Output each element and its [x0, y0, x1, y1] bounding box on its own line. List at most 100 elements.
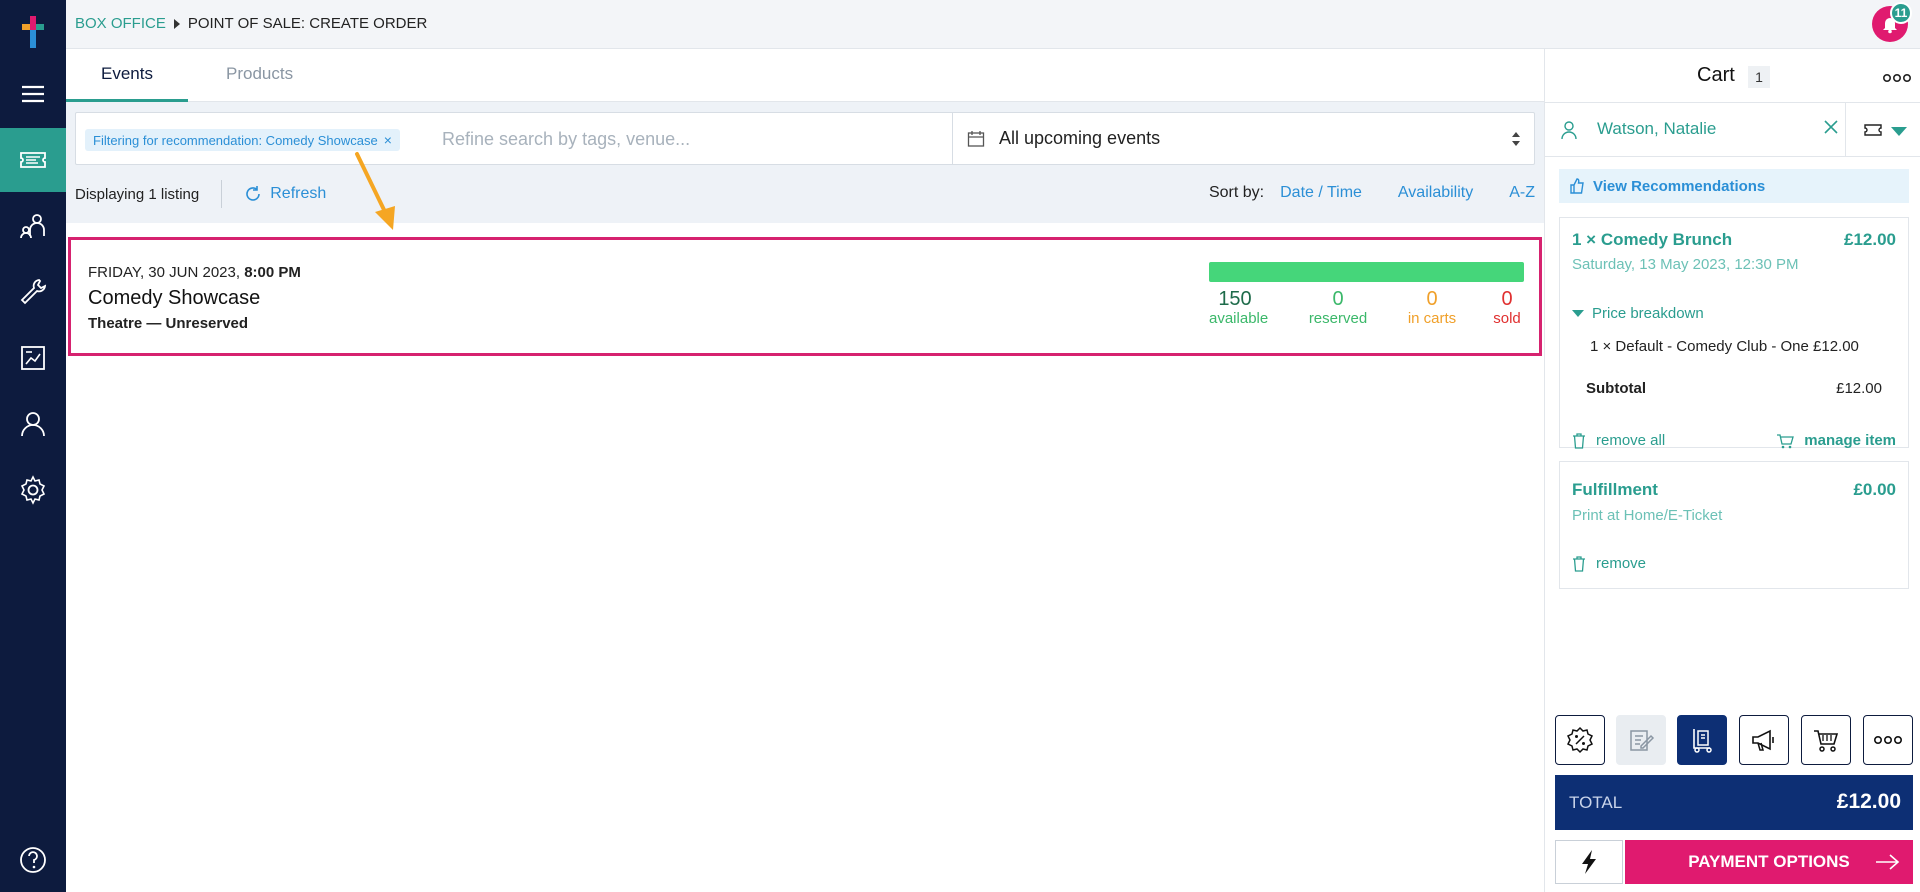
- ticket-icon[interactable]: [1863, 122, 1883, 138]
- total-label: TOTAL: [1569, 793, 1623, 812]
- manage-item-button[interactable]: manage item: [1776, 432, 1896, 449]
- fulfillment-remove-button[interactable]: remove: [1572, 555, 1646, 572]
- manage-item-label: manage item: [1804, 432, 1896, 449]
- date-range-value: All upcoming events: [999, 128, 1161, 148]
- price-breakdown-toggle[interactable]: Price breakdown: [1572, 305, 1704, 322]
- event-date: FRIDAY, 30 JUN 2023, 8:00 PM: [88, 264, 301, 281]
- notification-count-badge: 11: [1890, 2, 1912, 24]
- price-breakdown-line: 1 × Default - Comedy Club - One £12.00: [1590, 338, 1859, 355]
- calendar-icon: [967, 130, 985, 147]
- event-time: 8:00 PM: [244, 264, 301, 281]
- stat-available: 150 available: [1209, 288, 1268, 328]
- menu-button[interactable]: [0, 62, 66, 126]
- annotation-arrow-icon: [355, 152, 395, 230]
- more-actions-button[interactable]: [1863, 715, 1913, 765]
- nav-reports[interactable]: [0, 326, 66, 390]
- cart-action-buttons: [1555, 715, 1913, 767]
- cart-count-badge: 1: [1748, 66, 1770, 88]
- more-icon[interactable]: [1883, 73, 1911, 83]
- wrench-icon: [20, 279, 47, 305]
- view-recommendations-button[interactable]: View Recommendations: [1559, 169, 1909, 203]
- top-bar: BOX OFFICE POINT OF SALE: CREATE ORDER 1…: [66, 0, 1920, 49]
- remove-all-button[interactable]: remove all: [1572, 432, 1665, 449]
- more-icon: [1874, 735, 1902, 745]
- add-to-basket-button[interactable]: [1801, 715, 1851, 765]
- search-input[interactable]: [442, 125, 962, 153]
- customer-name[interactable]: Watson, Natalie: [1597, 119, 1716, 139]
- close-icon[interactable]: [1821, 117, 1841, 137]
- cart-item-title[interactable]: 1 × Comedy Brunch: [1572, 230, 1732, 250]
- trash-icon: [1573, 432, 1585, 449]
- tab-events[interactable]: Events: [66, 64, 188, 102]
- listing-count: Displaying 1 listing: [75, 185, 200, 203]
- report-icon: [21, 346, 45, 370]
- close-icon[interactable]: ×: [384, 132, 392, 148]
- notes-button[interactable]: [1616, 715, 1666, 765]
- event-listing[interactable]: FRIDAY, 30 JUN 2023, 8:00 PM Comedy Show…: [68, 237, 1542, 356]
- tab-products[interactable]: Products: [191, 64, 328, 102]
- sort-label: Sort by:: [1208, 184, 1265, 201]
- sort-options: Sort by: Date / Time Availability A-Z: [1209, 184, 1535, 202]
- reserved-count: 0: [1332, 288, 1344, 310]
- chevron-down-icon[interactable]: [1891, 127, 1907, 136]
- in-carts-count: 0: [1426, 288, 1438, 310]
- cart-item-date: Saturday, 13 May 2023, 12:30 PM: [1572, 256, 1799, 273]
- event-venue: Theatre — Unreserved: [88, 315, 249, 332]
- delivery-button[interactable]: [1677, 715, 1727, 765]
- sold-label: sold: [1493, 310, 1521, 327]
- shopping-cart-icon: [1814, 730, 1839, 752]
- marketing-button[interactable]: [1739, 715, 1789, 765]
- nav-settings[interactable]: [0, 458, 66, 522]
- chevron-down-icon: [1572, 310, 1584, 317]
- cart-panel: Cart 1 Watson, Natalie View Recommendati…: [1544, 49, 1920, 892]
- fulfillment-price: £0.00: [1853, 480, 1896, 499]
- available-count: 150: [1218, 288, 1252, 310]
- subtotal-value: £12.00: [1836, 380, 1882, 397]
- listing-toolbar: Displaying 1 listing Refresh Sort by: Da…: [75, 179, 1535, 209]
- cart-icon: [1777, 433, 1795, 448]
- person-icon: [21, 412, 45, 437]
- divider: [1845, 103, 1846, 157]
- discount-icon: [1566, 726, 1594, 754]
- breadcrumb-box-office[interactable]: BOX OFFICE: [75, 15, 166, 32]
- cart-item-card: 1 × Comedy Brunch £12.00 Saturday, 13 Ma…: [1559, 217, 1909, 449]
- price-breakdown-label: Price breakdown: [1592, 305, 1704, 322]
- nav-box-office[interactable]: [0, 128, 66, 192]
- discount-button[interactable]: [1555, 715, 1605, 765]
- fulfillment-title[interactable]: Fulfillment: [1572, 480, 1658, 500]
- search-box: Filtering for recommendation: Comedy Sho…: [75, 112, 1535, 165]
- total-value: £12.00: [1836, 790, 1901, 813]
- refresh-button[interactable]: Refresh: [244, 185, 326, 203]
- people-icon: [20, 214, 45, 239]
- availability-stats: 150 available 0 reserved 0 in carts 0 so…: [1209, 288, 1524, 328]
- menu-icon: [22, 85, 44, 103]
- stat-sold: 0 sold: [1490, 288, 1524, 328]
- nav-tools[interactable]: [0, 260, 66, 324]
- logo-icon[interactable]: [18, 14, 48, 50]
- sort-availability[interactable]: Availability: [1398, 184, 1473, 202]
- quick-pay-button[interactable]: [1555, 840, 1623, 884]
- date-range-select[interactable]: All upcoming events: [952, 113, 1535, 164]
- view-recommendations-label: View Recommendations: [1593, 177, 1766, 195]
- payment-options-button[interactable]: PAYMENT OPTIONS: [1625, 840, 1913, 884]
- remove-all-label: remove all: [1596, 432, 1666, 449]
- notifications-button[interactable]: 11: [1872, 2, 1912, 42]
- nav-account[interactable]: [0, 392, 66, 456]
- person-icon: [1561, 121, 1577, 140]
- sort-date-time[interactable]: Date / Time: [1280, 184, 1362, 202]
- subtotal-label: Subtotal: [1586, 380, 1646, 397]
- arrow-right-icon: [1876, 854, 1900, 870]
- event-date-text: FRIDAY, 30 JUN 2023,: [88, 264, 241, 281]
- nav-help[interactable]: [0, 828, 66, 892]
- nav-customers[interactable]: [0, 194, 66, 258]
- in-carts-label: in carts: [1407, 310, 1457, 327]
- sort-a-z[interactable]: A-Z: [1509, 184, 1535, 202]
- customer-row: Watson, Natalie: [1545, 103, 1920, 157]
- fulfillment-remove-label: remove: [1596, 555, 1647, 572]
- delivery-icon: [1693, 729, 1712, 753]
- recommendation-filter-chip[interactable]: Filtering for recommendation: Comedy Sho…: [85, 129, 400, 151]
- payment-options-label: PAYMENT OPTIONS: [1688, 852, 1850, 871]
- ticket-icon: [20, 152, 46, 168]
- refresh-label: Refresh: [270, 185, 327, 202]
- breadcrumb-separator-icon: [173, 18, 180, 29]
